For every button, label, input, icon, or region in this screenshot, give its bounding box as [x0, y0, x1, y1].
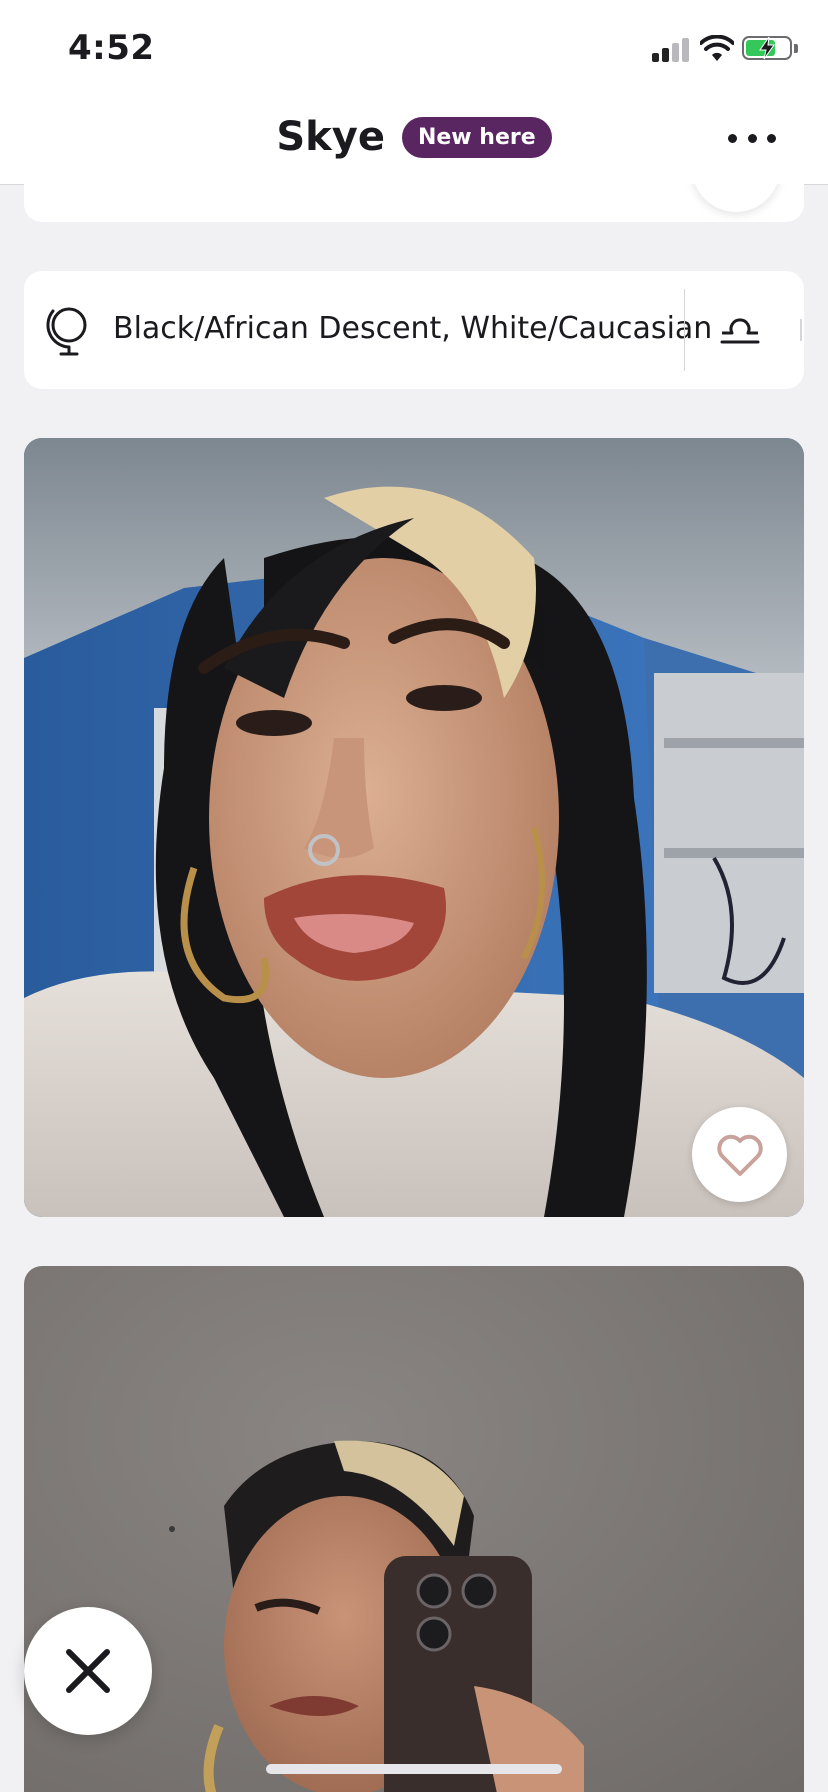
- more-dot: [747, 133, 757, 143]
- more-horizontal-icon: [728, 133, 737, 143]
- card-action-button[interactable]: [692, 184, 780, 212]
- ethnicity-card: Black/African Descent, White/Caucasian: [24, 271, 804, 389]
- photo-1-image: [24, 438, 804, 1217]
- profile-photo-1[interactable]: [24, 438, 804, 1217]
- pass-button[interactable]: [24, 1607, 152, 1735]
- globe-icon: [46, 307, 87, 356]
- new-here-badge: New here: [401, 116, 552, 158]
- like-photo-button[interactable]: [692, 1107, 787, 1202]
- header-title-group: Skye New here: [0, 114, 828, 160]
- cellular-signal-icon: [652, 38, 690, 62]
- status-time: 4:52: [68, 28, 155, 68]
- previous-info-card: [24, 184, 804, 222]
- profile-name: Skye: [276, 114, 385, 160]
- heart-outline-icon: [716, 1134, 763, 1176]
- status-bar: 4:52: [0, 0, 828, 95]
- ethnicity-text: Black/African Descent, White/Caucasian: [113, 311, 713, 346]
- libra-icon: [720, 318, 760, 344]
- home-indicator[interactable]: [266, 1764, 562, 1774]
- more-options-button[interactable]: [728, 123, 776, 153]
- card-divider: [684, 289, 685, 371]
- profile-header: Skye New here: [0, 95, 828, 185]
- close-x-icon: [66, 1649, 110, 1693]
- horizontal-scroll-hint: [800, 319, 802, 341]
- screen: 4:52 Skye New here Black/African Descent…: [0, 0, 828, 1792]
- charging-bolt-icon: [759, 36, 775, 60]
- wifi-icon: [700, 35, 734, 61]
- battery-tip: [794, 44, 798, 53]
- photo-2-image: [24, 1266, 804, 1792]
- profile-photo-2[interactable]: [24, 1266, 804, 1792]
- more-dot: [767, 133, 776, 143]
